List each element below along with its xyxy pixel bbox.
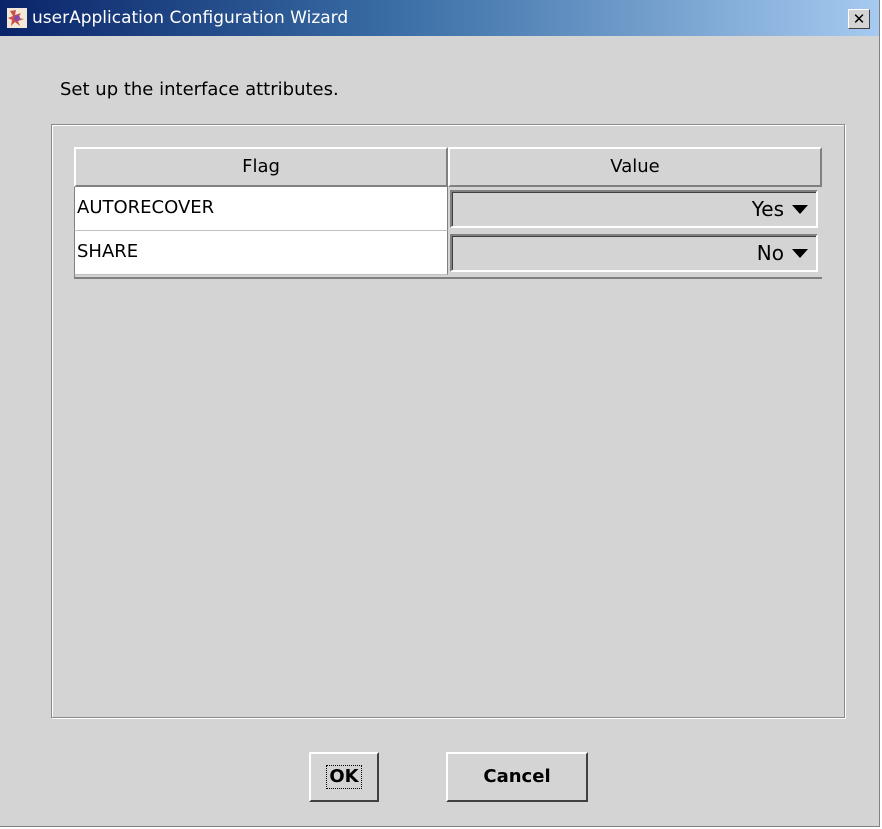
share-value-dropdown[interactable]: No	[450, 234, 818, 272]
column-header-flag[interactable]: Flag	[74, 147, 448, 187]
cancel-button-label: Cancel	[483, 766, 551, 787]
ok-button-label: OK	[326, 765, 362, 789]
instruction-text: Set up the interface attributes.	[60, 79, 339, 100]
flag-cell-share[interactable]: SHARE	[74, 231, 448, 275]
table-row: SHARE No	[74, 231, 822, 275]
value-cell-autorecover: Yes	[448, 187, 822, 231]
close-icon: ✕	[852, 10, 866, 28]
window-title: userApplication Configuration Wizard	[32, 8, 349, 28]
attributes-table: Flag Value AUTORECOVER Yes SHARE No	[74, 147, 822, 279]
title-bar[interactable]: userApplication Configuration Wizard ✕	[0, 0, 879, 36]
wizard-window: userApplication Configuration Wizard ✕ S…	[0, 0, 880, 827]
cancel-button[interactable]: Cancel	[446, 752, 588, 802]
autorecover-value-dropdown[interactable]: Yes	[450, 190, 818, 228]
flag-cell-autorecover[interactable]: AUTORECOVER	[74, 187, 448, 231]
table-row: AUTORECOVER Yes	[74, 187, 822, 231]
close-button[interactable]: ✕	[848, 9, 870, 29]
dropdown-arrow-icon[interactable]	[792, 248, 808, 258]
ok-button[interactable]: OK	[309, 752, 379, 802]
dropdown-selected-value: No	[756, 241, 784, 265]
table-bottom-edge	[74, 275, 822, 279]
value-cell-share: No	[448, 231, 822, 275]
app-icon	[6, 7, 28, 29]
table-header: Flag Value	[74, 147, 822, 187]
column-header-value[interactable]: Value	[448, 147, 822, 187]
dropdown-selected-value: Yes	[751, 197, 784, 221]
dropdown-arrow-icon[interactable]	[792, 204, 808, 214]
